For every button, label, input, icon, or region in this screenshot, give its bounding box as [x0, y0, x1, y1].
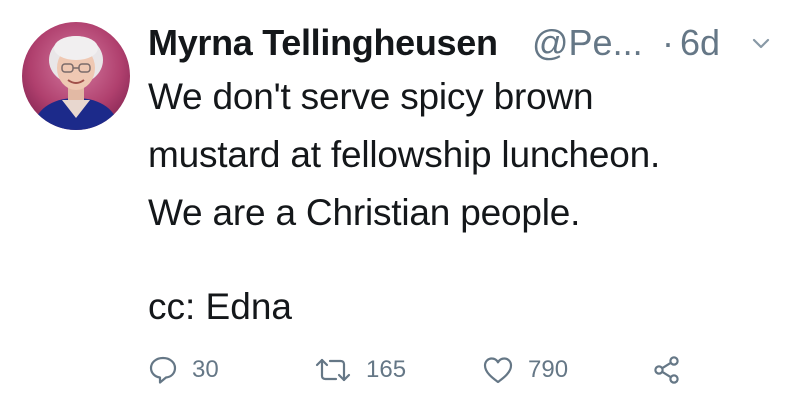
- reply-icon: [149, 356, 177, 384]
- tweet-text-line: We don't serve spicy brown: [148, 76, 594, 117]
- retweet-icon: [315, 358, 351, 382]
- heart-icon: [483, 357, 513, 384]
- share-button[interactable]: [652, 348, 682, 392]
- retweet-button[interactable]: 165: [314, 348, 406, 392]
- tweet-text-line: mustard at fellowship luncheon.: [148, 134, 661, 175]
- share-icon: [654, 356, 679, 384]
- tweet-text-line: We are a Christian people.: [148, 192, 581, 233]
- tweet-text: We don't serve spicy brown mustard at fe…: [148, 68, 788, 242]
- author-display-name[interactable]: Myrna Tellingheusen: [148, 20, 498, 66]
- reply-button[interactable]: 30: [148, 348, 219, 392]
- tweet-cc-line: cc: Edna: [148, 286, 292, 327]
- like-button[interactable]: 790: [482, 348, 568, 392]
- tweet-card[interactable]: Myrna Tellingheusen @Pe... · 6d We don't…: [0, 0, 800, 408]
- chevron-down-icon[interactable]: [750, 32, 772, 54]
- author-handle[interactable]: @Pe...: [532, 20, 643, 66]
- profile-photo-icon: [22, 22, 130, 130]
- avatar[interactable]: [22, 22, 130, 130]
- retweet-count: 165: [366, 356, 407, 383]
- tweet-header: Myrna Tellingheusen @Pe... · 6d: [148, 20, 788, 68]
- timestamp[interactable]: 6d: [680, 20, 720, 66]
- separator-dot: ·: [662, 22, 674, 63]
- tweet-actions: 30 165 790: [148, 348, 748, 392]
- like-count: 790: [528, 356, 569, 383]
- reply-count: 30: [192, 356, 219, 383]
